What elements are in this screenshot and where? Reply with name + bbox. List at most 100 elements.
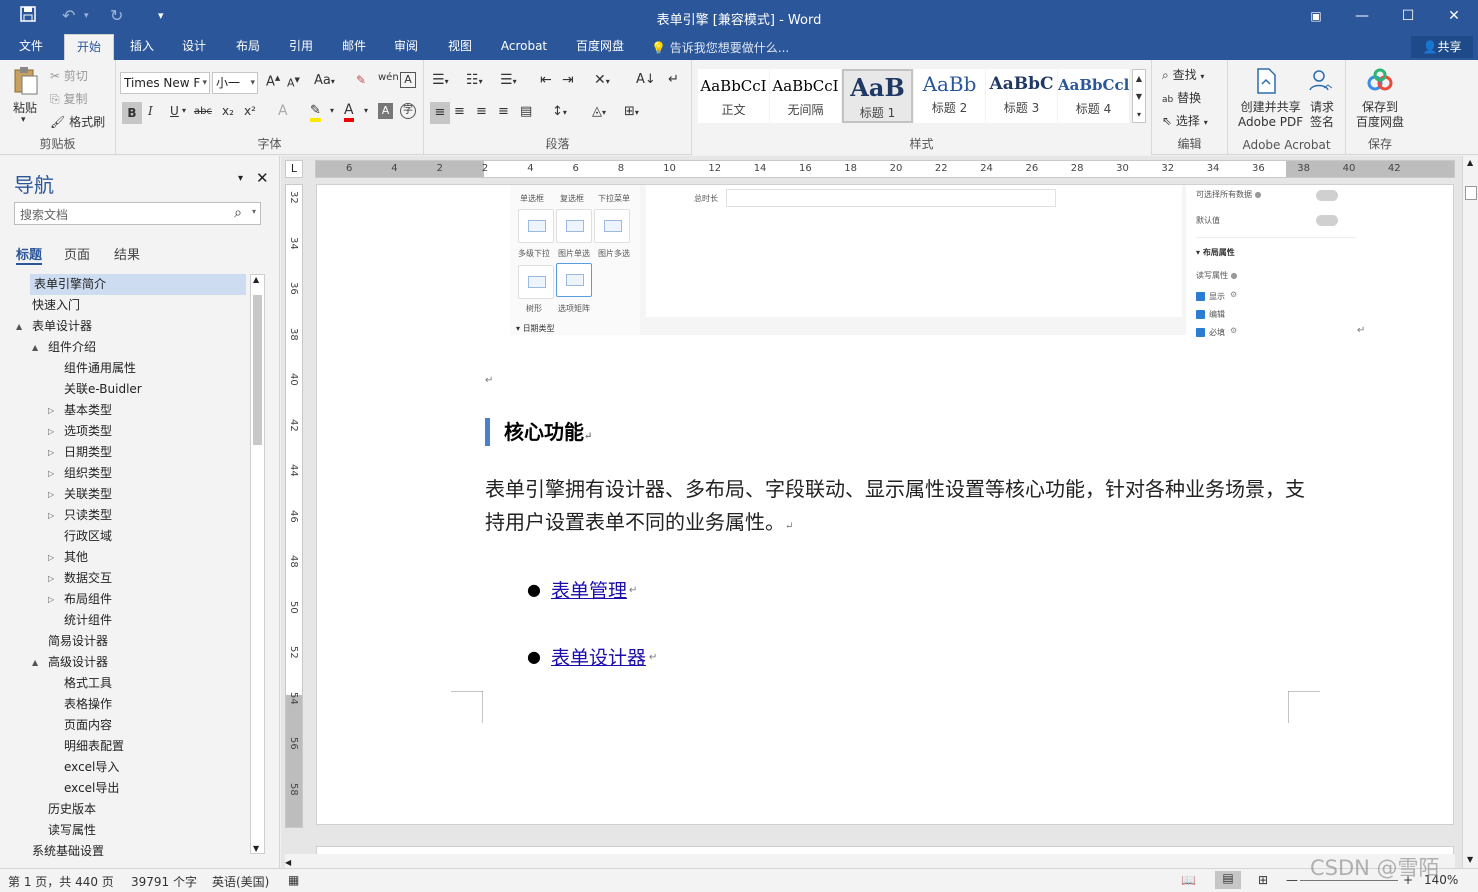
- create-pdf-button[interactable]: 创建并共享 Adobe PDF: [1238, 100, 1303, 130]
- zoom-out-icon[interactable]: —: [1286, 873, 1298, 887]
- expanded-arrow-icon[interactable]: ▲: [32, 652, 38, 673]
- collapsed-arrow-icon[interactable]: ▷: [48, 400, 54, 421]
- collapsed-arrow-icon[interactable]: ▷: [48, 421, 54, 442]
- strikethrough-button[interactable]: abc: [194, 106, 212, 117]
- sort-icon[interactable]: A↓: [636, 72, 656, 87]
- underline-button[interactable]: U: [170, 104, 179, 118]
- nav-heading-item[interactable]: 系统基础设置: [32, 841, 104, 862]
- scroll-up-icon[interactable]: ▲: [253, 275, 259, 284]
- paste-dropdown-icon[interactable]: ▾: [21, 115, 26, 125]
- char-border-icon[interactable]: A: [400, 72, 416, 88]
- nav-heading-item[interactable]: 读写属性: [48, 820, 96, 841]
- paste-label[interactable]: 粘贴: [13, 99, 37, 116]
- tab-references[interactable]: 引用: [279, 34, 323, 60]
- style-heading-3[interactable]: AaBbC 标题 3: [986, 69, 1057, 123]
- nav-heading-item[interactable]: ▷ 其他: [48, 547, 88, 568]
- nav-heading-item[interactable]: 页面内容: [64, 715, 112, 736]
- shrink-font-icon[interactable]: A▼: [287, 76, 300, 90]
- style-normal[interactable]: AaBbCcI 正文: [698, 69, 769, 123]
- nav-heading-item[interactable]: excel导出: [64, 778, 119, 799]
- scroll-left-icon[interactable]: ◀: [285, 858, 291, 867]
- nav-heading-item[interactable]: 行政区域: [64, 526, 112, 547]
- language[interactable]: 英语(美国): [212, 873, 269, 890]
- nav-heading-item[interactable]: 统计组件: [64, 610, 112, 631]
- nav-heading-item[interactable]: 表单引擎简介: [30, 274, 246, 295]
- text-effects-icon[interactable]: A: [278, 103, 288, 119]
- nav-heading-item[interactable]: ▲ 高级设计器: [32, 652, 108, 673]
- nav-heading-item[interactable]: ▷ 日期类型: [48, 442, 112, 463]
- collapsed-arrow-icon[interactable]: ▷: [48, 463, 54, 484]
- font-color-icon[interactable]: A: [344, 102, 354, 122]
- shading-icon[interactable]: ◬▾: [592, 104, 606, 119]
- distributed-icon[interactable]: ▤: [520, 104, 532, 119]
- select-button[interactable]: ⇖ 选择 ▾: [1162, 112, 1208, 129]
- web-layout-icon[interactable]: ⊞: [1258, 873, 1268, 887]
- nav-tab-results[interactable]: 结果: [114, 244, 140, 263]
- vertical-scroll-thumb[interactable]: [1465, 186, 1477, 200]
- line-spacing-icon[interactable]: ↕▾: [552, 104, 567, 119]
- share-button[interactable]: 👤共享: [1411, 36, 1473, 58]
- scroll-down-icon[interactable]: ▼: [253, 844, 259, 853]
- page-count[interactable]: 第 1 页，共 440 页: [8, 873, 114, 890]
- tab-selector[interactable]: L: [285, 160, 303, 178]
- collapsed-arrow-icon[interactable]: ▷: [48, 589, 54, 610]
- chevron-down-icon[interactable]: ▾: [364, 106, 368, 115]
- print-layout-icon[interactable]: ▤: [1215, 871, 1241, 889]
- nav-heading-item[interactable]: 组件通用属性: [64, 358, 136, 379]
- nav-heading-item[interactable]: ▷ 基本类型: [48, 400, 112, 421]
- nav-heading-item[interactable]: ▷ 布局组件: [48, 589, 112, 610]
- collapsed-arrow-icon[interactable]: ▷: [48, 505, 54, 526]
- nav-heading-item[interactable]: ▷ 选项类型: [48, 421, 112, 442]
- align-left-button[interactable]: ≡: [430, 102, 450, 124]
- vertical-ruler[interactable]: 32 34 36 38 40 42 44 46 48 50 52 54 56 58: [285, 184, 303, 828]
- nav-scrollbar[interactable]: ▲ ▼: [250, 274, 265, 854]
- subscript-button[interactable]: x₂: [222, 104, 234, 118]
- tab-layout[interactable]: 布局: [226, 34, 270, 60]
- paste-icon[interactable]: [10, 66, 42, 96]
- tab-insert[interactable]: 插入: [120, 34, 164, 60]
- align-center-icon[interactable]: ≡: [454, 104, 465, 119]
- phonetic-guide-button[interactable]: wén: [378, 72, 399, 83]
- justify-icon[interactable]: ≡: [498, 104, 509, 119]
- char-shading-icon[interactable]: A: [378, 103, 393, 119]
- document-page[interactable]: 单选框 复选框 下拉菜单 多级下拉 图片单选 图片多选 树形 选项矩阵 ▾ 日期…: [316, 184, 1454, 825]
- vertical-scrollbar[interactable]: ▲ ▼: [1462, 156, 1478, 868]
- format-painter-button[interactable]: 🖌 格式刷: [50, 113, 105, 130]
- expanded-arrow-icon[interactable]: ▲: [16, 316, 22, 337]
- macro-icon[interactable]: ▦: [288, 873, 299, 887]
- tab-file[interactable]: 文件: [8, 34, 54, 60]
- style-no-spacing[interactable]: AaBbCcI 无间隔: [770, 69, 841, 123]
- search-icon[interactable]: ⌕: [234, 205, 242, 221]
- scroll-up-icon[interactable]: ▲: [1467, 158, 1473, 167]
- nav-heading-item[interactable]: ▷ 关联类型: [48, 484, 112, 505]
- body-paragraph[interactable]: 表单引擎拥有设计器、多布局、字段联动、显示属性设置等核心功能，针对各种业务场景，…: [485, 473, 1315, 543]
- nav-scroll-thumb[interactable]: [253, 295, 262, 445]
- borders-icon[interactable]: ⊞▾: [624, 104, 639, 119]
- request-sign-button[interactable]: 请求 签名: [1310, 100, 1334, 130]
- decrease-indent-icon[interactable]: ⇤: [540, 72, 552, 88]
- italic-button[interactable]: I: [148, 104, 153, 118]
- expanded-arrow-icon[interactable]: ▲: [32, 337, 38, 358]
- nav-heading-item[interactable]: ▷ 数据交互: [48, 568, 112, 589]
- tab-baidu-netdisk[interactable]: 百度网盘: [568, 34, 632, 60]
- baidu-cloud-icon[interactable]: [1366, 68, 1394, 96]
- nav-tab-headings[interactable]: 标题: [16, 244, 43, 265]
- numbering-icon[interactable]: ☷▾: [466, 72, 483, 88]
- word-count[interactable]: 39791 个字: [131, 873, 197, 890]
- font-name-combo[interactable]: Times New F ▾: [120, 72, 210, 94]
- tell-me-box[interactable]: 💡 告诉我您想要做什么...: [651, 39, 789, 56]
- collapsed-arrow-icon[interactable]: ▷: [48, 547, 54, 568]
- tab-view[interactable]: 视图: [438, 34, 482, 60]
- align-right-icon[interactable]: ≡: [476, 104, 487, 119]
- increase-indent-icon[interactable]: ⇥: [562, 72, 574, 88]
- nav-heading-item[interactable]: 快速入门: [32, 295, 80, 316]
- ribbon-display-icon[interactable]: ▣: [1296, 4, 1336, 28]
- horizontal-ruler[interactable]: 6 4 2 2 4 6 8 10 12 14 16 18 20 22 24 26 28 30 32 34 36 38 40 4…: [315, 160, 1455, 178]
- styles-scroll[interactable]: ▲ ▼ ▾: [1132, 69, 1146, 123]
- collapsed-arrow-icon[interactable]: ▷: [48, 442, 54, 463]
- nav-heading-item[interactable]: 明细表配置: [64, 736, 124, 757]
- collapsed-arrow-icon[interactable]: ▷: [48, 484, 54, 505]
- superscript-button[interactable]: x²: [244, 104, 256, 118]
- nav-options-icon[interactable]: ▾: [238, 173, 243, 184]
- nav-heading-item[interactable]: 历史版本: [48, 799, 96, 820]
